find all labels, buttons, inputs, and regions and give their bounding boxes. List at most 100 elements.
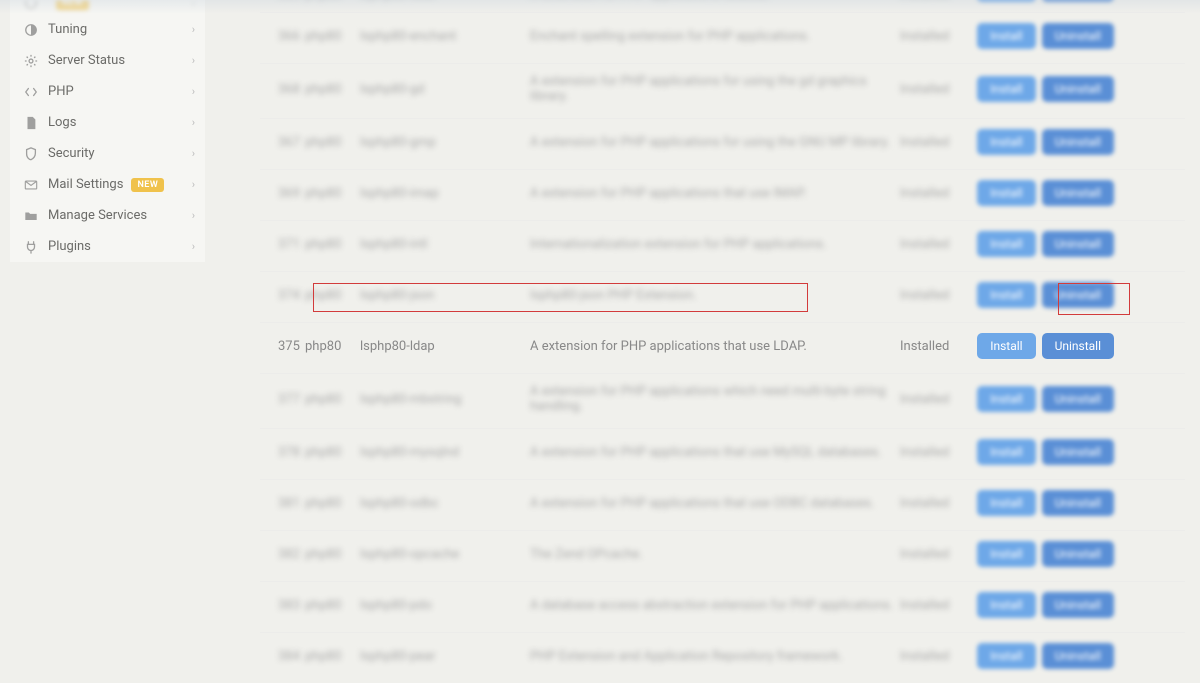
table-row: 366php80lsphp80-enchantEnchant spelling … — [260, 12, 1185, 63]
uninstall-button[interactable]: Uninstall — [1042, 541, 1114, 567]
cell-id: 375 — [260, 339, 305, 354]
install-button[interactable]: Install — [977, 23, 1035, 49]
uninstall-button[interactable]: Uninstall — [1042, 282, 1114, 308]
sidebar-item-mail-settings[interactable]: Mail Settings NEW › — [10, 169, 205, 200]
install-button[interactable]: Install — [977, 333, 1035, 359]
uninstall-button[interactable]: Uninstall — [1042, 386, 1114, 412]
sidebar-item-label: Plugins — [48, 239, 91, 254]
install-button[interactable]: Install — [977, 541, 1035, 567]
cell-desc: A extension for PHP applications which n… — [530, 384, 900, 414]
cell-id: 369 — [260, 186, 305, 201]
uninstall-button[interactable]: Uninstall — [1042, 490, 1114, 516]
cell-id: 377 — [260, 392, 305, 407]
install-button[interactable]: Install — [977, 439, 1035, 465]
table-row: 382php80lsphp80-opcacheThe Zend OPcache.… — [260, 530, 1185, 581]
cell-version: php80 — [305, 82, 360, 97]
table-row: 378php80lsphp80-mysqlndA extension for P… — [260, 428, 1185, 479]
cell-actions: Install Uninstall — [975, 592, 1120, 618]
cell-version: php80 — [305, 339, 360, 354]
cell-actions: Install Uninstall — [975, 180, 1120, 206]
sidebar-item-manage-services[interactable]: Manage Services › — [10, 200, 205, 231]
table-row: 371php80lsphp80-intlInternationalization… — [260, 220, 1185, 271]
cell-status: Installed — [900, 0, 975, 2]
document-icon — [22, 116, 40, 130]
cell-name: lsphp80-mbstring — [360, 392, 530, 407]
cell-name: lsphp80-ldap — [360, 339, 530, 354]
gear-icon — [22, 54, 40, 68]
table-row: 381php80lsphp80-odbcA extension for PHP … — [260, 479, 1185, 530]
sidebar-item-logs[interactable]: Logs › — [10, 107, 205, 138]
chevron-right-icon: › — [192, 0, 195, 10]
uninstall-button[interactable]: Uninstall — [1042, 643, 1114, 669]
table-row: 369php80lsphp80-imapA extension for PHP … — [260, 169, 1185, 220]
cell-version: php80 — [305, 237, 360, 252]
chevron-right-icon: › — [192, 54, 195, 67]
uninstall-button[interactable]: Uninstall — [1042, 592, 1114, 618]
cell-actions: Install Uninstall — [975, 0, 1120, 2]
cell-version: php80 — [305, 598, 360, 613]
cell-name: lsphp80-imap — [360, 186, 530, 201]
chevron-right-icon: › — [192, 85, 195, 98]
chevron-right-icon: › — [192, 240, 195, 253]
install-button[interactable]: Install — [977, 282, 1035, 308]
uninstall-button[interactable]: Uninstall — [1042, 439, 1114, 465]
install-button[interactable]: Install — [977, 231, 1035, 257]
install-button[interactable]: Install — [977, 76, 1035, 102]
cell-desc: A database access abstraction extension … — [530, 598, 900, 613]
contrast-icon — [22, 23, 40, 37]
chevron-right-icon: › — [192, 147, 195, 160]
install-button[interactable]: Install — [977, 490, 1035, 516]
uninstall-button[interactable]: Uninstall — [1042, 0, 1114, 2]
cell-status: Installed — [900, 186, 975, 201]
uninstall-button[interactable]: Uninstall — [1042, 231, 1114, 257]
cell-version: php80 — [305, 186, 360, 201]
cell-actions: Install Uninstall — [975, 386, 1120, 412]
uninstall-button[interactable]: Uninstall — [1042, 333, 1114, 359]
cell-status: Installed — [900, 649, 975, 664]
cell-name: lsphp80-pear — [360, 649, 530, 664]
sidebar-item-server-status[interactable]: Server Status › — [10, 45, 205, 76]
sidebar-item-tuning[interactable]: Tuning › — [10, 14, 205, 45]
cell-actions: Install Uninstall — [975, 439, 1120, 465]
table-row: 375php80lsphp80-ldapA extension for PHP … — [260, 322, 1185, 373]
sidebar-item-security[interactable]: Security › — [10, 138, 205, 169]
cell-name: lsphp80-pdo — [360, 598, 530, 613]
cell-name: lsphp80-odbc — [360, 496, 530, 511]
sidebar-item-label: Manage Services — [48, 208, 147, 223]
cell-actions: Install Uninstall — [975, 76, 1120, 102]
uninstall-button[interactable]: Uninstall — [1042, 180, 1114, 206]
sidebar-item-php[interactable]: PHP › — [10, 76, 205, 107]
shield-icon — [22, 147, 40, 161]
install-button[interactable]: Install — [977, 0, 1035, 2]
sidebar-item-label: Logs — [48, 115, 76, 130]
folder-icon — [22, 209, 40, 223]
cell-status: Installed — [900, 135, 975, 150]
sidebar-item-plugins[interactable]: Plugins › — [10, 231, 205, 262]
cell-id: 371 — [260, 237, 305, 252]
install-button[interactable]: Install — [977, 386, 1035, 412]
new-badge: NEW — [56, 0, 89, 10]
cell-desc: A extension for PHP applications for usi… — [530, 74, 900, 104]
cell-desc: The Zend OPcache. — [530, 547, 900, 562]
cell-actions: Install Uninstall — [975, 231, 1120, 257]
cell-actions: Install Uninstall — [975, 129, 1120, 155]
cell-version: php80 — [305, 29, 360, 44]
uninstall-button[interactable]: Uninstall — [1042, 76, 1114, 102]
table-row: 377php80lsphp80-mbstringA extension for … — [260, 373, 1185, 428]
uninstall-button[interactable]: Uninstall — [1042, 23, 1114, 49]
table-row: 367php80lsphp80-gmpA extension for PHP a… — [260, 118, 1185, 169]
uninstall-button[interactable]: Uninstall — [1042, 129, 1114, 155]
cell-name: lsphp80-intl — [360, 237, 530, 252]
sidebar-item-partial[interactable]: NEW › — [10, 0, 205, 14]
cell-status: Installed — [900, 598, 975, 613]
install-button[interactable]: Install — [977, 592, 1035, 618]
install-button[interactable]: Install — [977, 643, 1035, 669]
install-button[interactable]: Install — [977, 180, 1035, 206]
cell-id: 368 — [260, 82, 305, 97]
cell-desc: lsphp80-json PHP Extension. — [530, 288, 900, 303]
cell-desc: A extension for PHP applications xxxxxxx — [530, 0, 900, 2]
cell-id: 381 — [260, 496, 305, 511]
install-button[interactable]: Install — [977, 129, 1035, 155]
cell-status: Installed — [900, 29, 975, 44]
cell-desc: A extension for PHP applications that us… — [530, 496, 900, 511]
